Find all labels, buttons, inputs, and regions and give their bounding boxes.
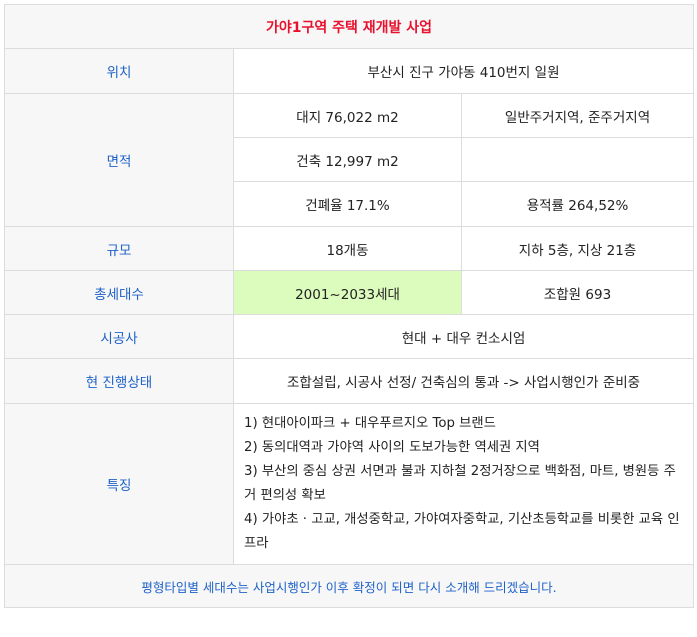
feature-item: 2) 동의대역과 가야역 사이의 도보가능한 역세권 지역 bbox=[244, 440, 540, 455]
area-building: 건축 12,997 m2 bbox=[233, 137, 462, 182]
households-total: 2001~2033세대 bbox=[233, 270, 462, 315]
area-label: 면적 bbox=[4, 93, 234, 227]
status-label: 현 진행상태 bbox=[4, 358, 234, 404]
table-title: 가야1구역 주택 재개발 사업 bbox=[3, 4, 695, 49]
scale-label: 규모 bbox=[4, 226, 234, 271]
area-floor-ratio: 용적률 264,52% bbox=[460, 181, 695, 227]
households-label: 총세대수 bbox=[4, 270, 234, 315]
scale-buildings: 18개동 bbox=[233, 226, 462, 271]
households-members: 조합원 693 bbox=[460, 270, 695, 315]
area-zoning: 일반주거지역, 준주거지역 bbox=[460, 93, 695, 138]
status-value: 조합설립, 시공사 선정/ 건축심의 통과 -> 사업시행인가 준비중 bbox=[232, 358, 695, 404]
feature-item: 4) 가야초 · 고교, 개성중학교, 가야여자중학교, 기산초등학교를 비롯한… bbox=[244, 512, 680, 551]
location-value: 부산시 진구 가야동 410번지 일원 bbox=[232, 48, 695, 94]
scale-floors: 지하 5층, 지상 21층 bbox=[460, 226, 695, 271]
area-coverage-ratio: 건폐율 17.1% bbox=[233, 181, 462, 227]
builder-value: 현대 + 대우 컨소시엄 bbox=[232, 314, 695, 359]
footer-note: 평형타입별 세대수는 사업시행인가 이후 확정이 되면 다시 소개해 드리겠습니… bbox=[3, 564, 695, 608]
location-label: 위치 bbox=[4, 48, 234, 94]
area-land: 대지 76,022 m2 bbox=[233, 93, 462, 138]
features-list: 1) 현대아이파크 + 대우푸르지오 Top 브랜드 2) 동의대역과 가야역 … bbox=[232, 403, 695, 565]
builder-label: 시공사 bbox=[4, 314, 234, 359]
area-empty-cell bbox=[460, 137, 695, 182]
project-info-table-wrapper: 가야1구역 주택 재개발 사업 위치 부산시 진구 가야동 410번지 일원 면… bbox=[3, 4, 695, 608]
project-info-table: 가야1구역 주택 재개발 사업 위치 부산시 진구 가야동 410번지 일원 면… bbox=[3, 4, 695, 608]
feature-item: 3) 부산의 중심 상권 서면과 불과 지하철 2정거장으로 백화점, 마트, … bbox=[244, 464, 676, 503]
features-label: 특징 bbox=[4, 403, 234, 565]
feature-item: 1) 현대아이파크 + 대우푸르지오 Top 브랜드 bbox=[244, 416, 496, 431]
